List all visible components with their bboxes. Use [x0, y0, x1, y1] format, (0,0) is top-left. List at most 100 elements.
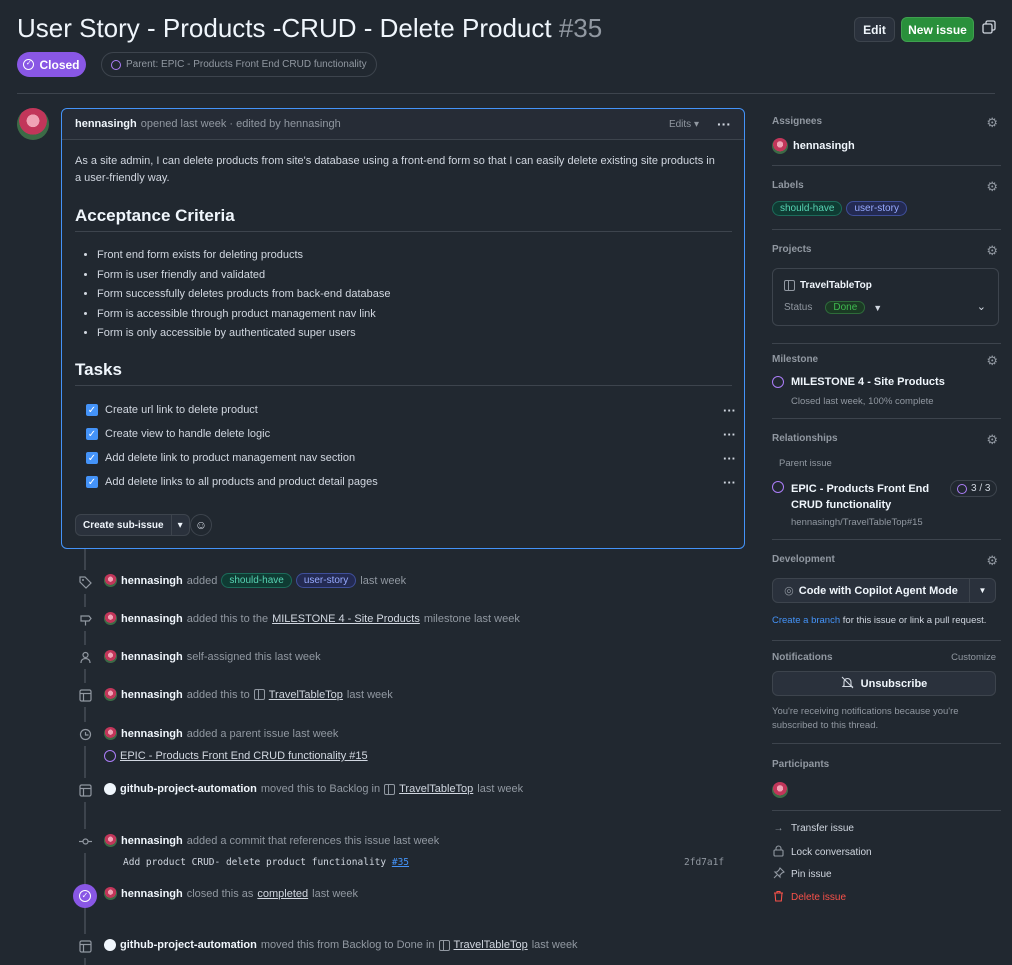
copy-link-icon[interactable] — [982, 20, 998, 38]
timeline-event: hennasingh self-assigned this last week — [104, 650, 321, 663]
customize-link[interactable]: Customize — [951, 652, 996, 663]
project-title[interactable]: TravelTableTop — [784, 280, 872, 291]
lock-conversation-action[interactable]: Lock conversation — [772, 845, 872, 860]
label-should-have[interactable]: should-have — [221, 573, 292, 588]
project-link[interactable]: TravelTableTop — [269, 689, 343, 701]
sidebar-divider — [772, 343, 1001, 344]
event-user[interactable]: hennasingh — [121, 651, 183, 663]
gear-icon[interactable]: ⚙ — [986, 432, 998, 448]
assignee-item[interactable]: hennasingh — [772, 138, 855, 154]
project-name: TravelTableTop — [800, 280, 872, 291]
event-user[interactable]: hennasingh — [121, 728, 183, 740]
event-time: last week — [360, 574, 407, 587]
person-icon — [73, 645, 97, 669]
parent-issue-title[interactable]: EPIC - Products Front End CRUD functiona… — [791, 481, 929, 513]
label-user-story[interactable]: user-story — [846, 201, 907, 216]
task-label: Add delete links to all products and pro… — [105, 476, 378, 488]
copilot-agent-button[interactable]: ◎ Code with Copilot Agent Mode ▼ — [772, 578, 996, 603]
commit-sha[interactable]: 2fd7a1f — [684, 857, 724, 868]
event-user[interactable]: hennasingh — [121, 689, 183, 701]
avatar[interactable] — [104, 727, 117, 740]
status-pill[interactable]: Done — [825, 301, 866, 314]
avatar[interactable] — [104, 887, 117, 900]
parent-issue-pill[interactable]: Parent: EPIC - Products Front End CRUD f… — [101, 52, 377, 77]
parent-closed-icon — [111, 59, 121, 70]
chevron-down-icon[interactable]: ▾ — [170, 515, 189, 535]
development-note: Create a branch for this issue or link a… — [772, 615, 986, 626]
participant-avatar[interactable] — [772, 782, 788, 798]
transfer-issue-action[interactable]: → Transfer issue — [772, 823, 854, 834]
task-menu-icon[interactable]: ··· — [723, 403, 736, 418]
edits-dropdown[interactable]: Edits ▾ — [669, 119, 699, 130]
event-user[interactable]: github-project-automation — [120, 939, 257, 951]
task-checkbox[interactable]: ✓ — [86, 476, 98, 488]
edit-button[interactable]: Edit — [854, 17, 895, 42]
avatar[interactable] — [104, 650, 117, 663]
gear-icon[interactable]: ⚙ — [986, 179, 998, 195]
task-checkbox[interactable]: ✓ — [86, 404, 98, 416]
task-checkbox[interactable]: ✓ — [86, 428, 98, 440]
timeline-event: hennasingh added a commit that reference… — [104, 834, 439, 847]
event-user[interactable]: github-project-automation — [120, 783, 257, 795]
caret-down-icon[interactable]: ▼ — [969, 579, 995, 602]
milestone-item[interactable]: MILESTONE 4 - Site Products — [772, 376, 945, 388]
chevron-down-icon: ▾ — [693, 118, 699, 130]
projects-section: Projects ⚙ — [772, 243, 1000, 258]
commit-message[interactable]: Add product CRUD- delete product functio… — [123, 857, 386, 868]
event-action: closed this as — [186, 887, 254, 900]
copilot-button-main[interactable]: ◎ Code with Copilot Agent Mode — [773, 584, 969, 597]
heading-divider — [75, 385, 732, 386]
task-menu-icon[interactable]: ··· — [723, 475, 736, 490]
parent-issue-label: Parent issue — [779, 458, 832, 469]
label-should-have[interactable]: should-have — [772, 201, 843, 216]
create-sub-issue-button[interactable]: Create sub-issue ▾ — [75, 514, 190, 536]
comment-author[interactable]: hennasingh — [75, 118, 137, 130]
timeline-event: github-project-automation moved this fro… — [104, 939, 578, 951]
event-user[interactable]: hennasingh — [121, 575, 183, 587]
gear-icon[interactable]: ⚙ — [986, 115, 998, 131]
closed-check-icon: ✓ — [73, 884, 97, 908]
avatar[interactable] — [104, 688, 117, 701]
milestone-link[interactable]: MILESTONE 4 - Site Products — [272, 613, 420, 625]
label-user-story[interactable]: user-story — [295, 573, 357, 588]
smiley-icon[interactable]: ☺ — [190, 514, 212, 536]
pin-issue-action[interactable]: Pin issue — [772, 867, 832, 882]
task-menu-icon[interactable]: ··· — [723, 427, 736, 442]
list-item: Form is accessible through product manag… — [97, 305, 390, 325]
event-user[interactable]: hennasingh — [121, 888, 183, 900]
trash-icon — [772, 890, 785, 905]
task-checkbox[interactable]: ✓ — [86, 452, 98, 464]
gear-icon[interactable]: ⚙ — [986, 353, 998, 369]
relationships-heading: Relationships — [772, 433, 838, 444]
sub-issue-progress[interactable]: 3 / 3 — [950, 480, 998, 497]
issue-title: User Story - Products -CRUD - Delete Pro… — [17, 13, 602, 44]
new-issue-button[interactable]: New issue — [901, 17, 974, 42]
labels-list: should-have user-story — [772, 201, 907, 216]
parent-issue-link[interactable]: EPIC - Products Front End CRUD functiona… — [120, 750, 368, 762]
projects-heading: Projects — [772, 244, 812, 255]
copilot-label: Code with Copilot Agent Mode — [798, 585, 958, 597]
project-link[interactable]: TravelTableTop — [399, 783, 473, 795]
project-link[interactable]: TravelTableTop — [454, 939, 528, 951]
event-user[interactable]: hennasingh — [121, 835, 183, 847]
avatar[interactable] — [104, 834, 117, 847]
chevron-down-icon[interactable]: ⌄ — [977, 300, 986, 313]
author-avatar[interactable] — [17, 108, 49, 140]
issue-title-text: User Story - Products -CRUD - Delete Pro… — [17, 13, 552, 43]
caret-down-icon[interactable]: ▼ — [873, 303, 882, 313]
sidebar-divider — [772, 743, 1001, 744]
gear-icon[interactable]: ⚙ — [986, 243, 998, 259]
event-user[interactable]: hennasingh — [121, 613, 183, 625]
task-menu-icon[interactable]: ··· — [723, 451, 736, 466]
commit-issue-ref[interactable]: #35 — [392, 857, 409, 868]
create-branch-link[interactable]: Create a branch — [772, 615, 840, 626]
delete-issue-action[interactable]: Delete issue — [772, 890, 846, 905]
avatar[interactable] — [104, 574, 117, 587]
kebab-menu-icon[interactable]: ··· — [717, 116, 731, 132]
commit-row: Add product CRUD- delete product functio… — [123, 857, 409, 868]
development-section: Development ⚙ — [772, 553, 1000, 568]
avatar[interactable] — [104, 612, 117, 625]
completed-link[interactable]: completed — [257, 888, 308, 900]
unsubscribe-button[interactable]: Unsubscribe — [772, 671, 996, 696]
gear-icon[interactable]: ⚙ — [986, 553, 998, 569]
